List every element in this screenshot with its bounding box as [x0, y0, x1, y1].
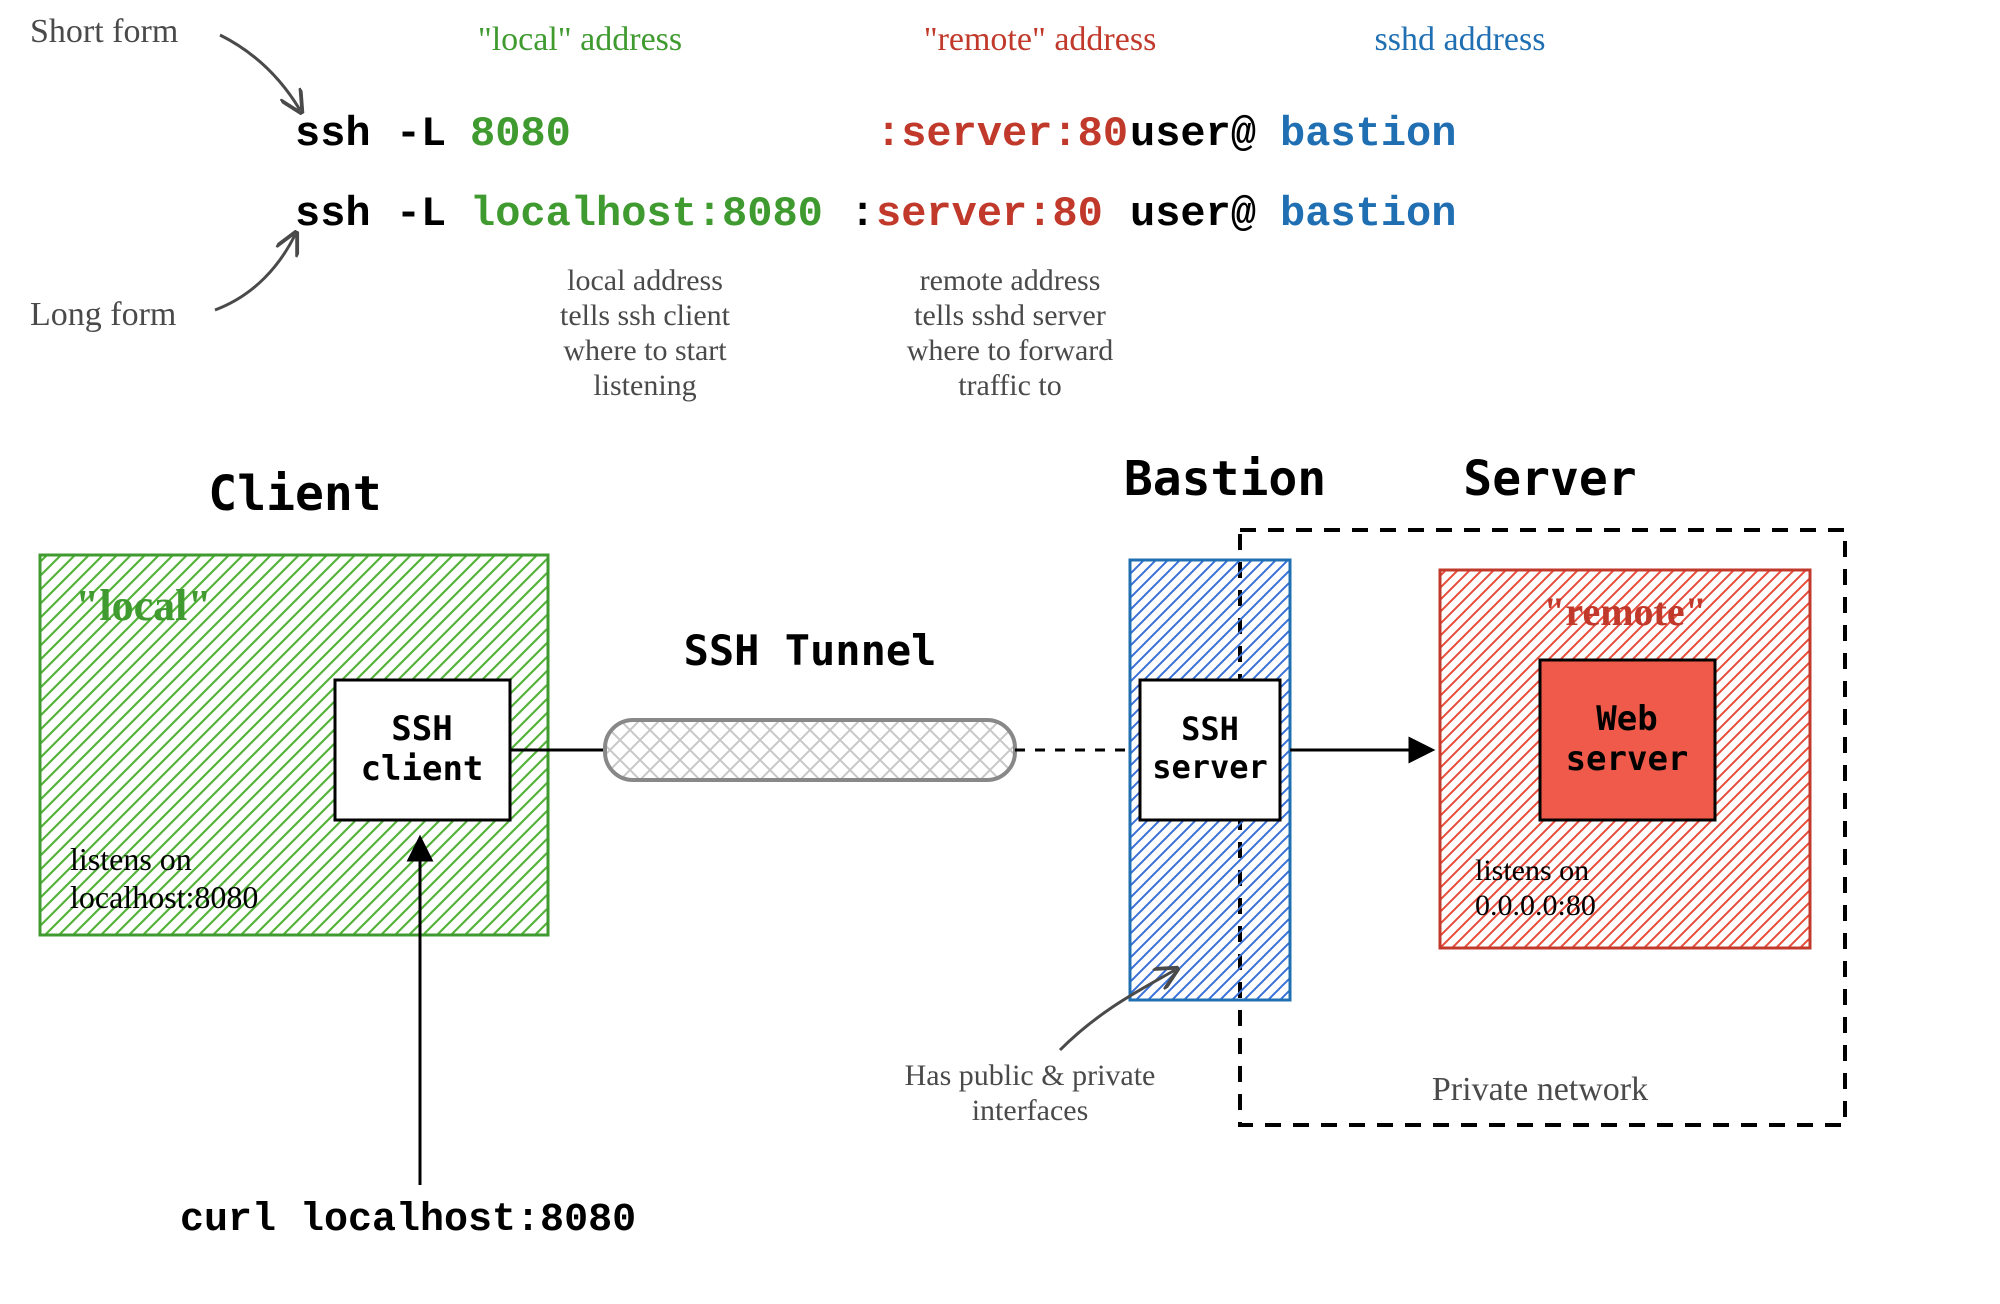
long-user-at: user@ [1130, 190, 1256, 238]
svg-text:interfaces: interfaces [972, 1094, 1089, 1127]
server-title: Server [1463, 451, 1636, 507]
long-form-label: Long form [30, 296, 176, 333]
long-form-command: ssh -L localhost:8080 : server:80 user@ … [295, 190, 1456, 238]
client-local-label: "local" [75, 581, 212, 630]
short-form-label: Short form [30, 13, 178, 50]
local-address-header: "local" address [478, 21, 682, 58]
svg-text:listening: listening [593, 369, 696, 402]
ssh-server-label-2: server [1152, 748, 1268, 786]
server-remote-label: "remote" [1543, 589, 1707, 634]
short-form-command: ssh -L 8080 :server:80 user@ bastion [295, 110, 1456, 158]
bastion-title: Bastion [1124, 451, 1326, 507]
svg-text:tells ssh client: tells ssh client [560, 299, 731, 332]
ssh-client-label-1: SSH [391, 709, 452, 749]
private-network-label: Private network [1432, 1071, 1648, 1108]
ssh-tunnel-pipe [605, 720, 1015, 780]
local-address-note: local address tells ssh client where to … [560, 264, 731, 402]
svg-text:where to forward: where to forward [907, 334, 1114, 367]
remote-address-note: remote address tells sshd server where t… [907, 264, 1114, 402]
long-local: localhost:8080 [470, 190, 823, 238]
web-server-label-2: server [1566, 739, 1689, 779]
server-listens-2: 0.0.0.0:80 [1475, 889, 1596, 922]
svg-text:local address: local address [567, 264, 723, 297]
svg-text:tells sshd server: tells sshd server [914, 299, 1106, 332]
client-listens-1: listens on [70, 841, 192, 877]
long-form-arrow [215, 235, 295, 310]
server-listens-1: listens on [1475, 854, 1589, 887]
sshd-address-header: sshd address [1375, 21, 1546, 58]
ssh-tunnel-diagram: "local" address "remote" address sshd ad… [0, 0, 2000, 1304]
short-cmd-prefix: ssh -L [295, 110, 446, 158]
svg-text:Has public & private: Has public & private [905, 1059, 1156, 1092]
long-remote: server:80 [876, 190, 1103, 238]
short-host: bastion [1280, 110, 1456, 158]
ssh-server-label-1: SSH [1181, 710, 1239, 748]
bastion-note: Has public & private interfaces [905, 1059, 1156, 1127]
client-title: Client [208, 466, 381, 522]
short-user-at: user@ [1130, 110, 1256, 158]
long-cmd-prefix: ssh -L [295, 190, 446, 238]
long-remote-sep: : [850, 190, 875, 238]
svg-text:remote address: remote address [920, 264, 1101, 297]
ssh-client-label-2: client [361, 749, 484, 789]
svg-text:where to start: where to start [563, 334, 727, 367]
short-form-arrow [220, 35, 300, 110]
long-host: bastion [1280, 190, 1456, 238]
svg-text:traffic to: traffic to [958, 369, 1062, 402]
short-remote: :server:80 [876, 110, 1128, 158]
short-local-port: 8080 [470, 110, 571, 158]
web-server-label-1: Web [1596, 699, 1657, 739]
ssh-tunnel-label: SSH Tunnel [684, 626, 937, 675]
curl-command: curl localhost:8080 [180, 1198, 636, 1243]
client-listens-2: localhost:8080 [70, 879, 258, 915]
remote-address-header: "remote" address [924, 21, 1157, 58]
